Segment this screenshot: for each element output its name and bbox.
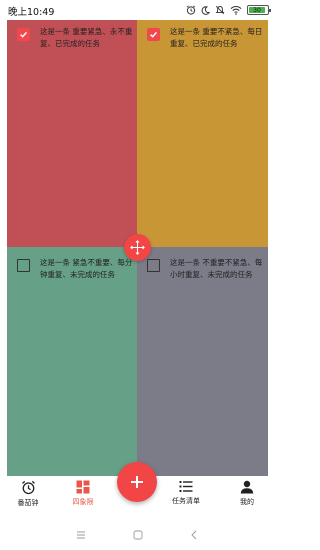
plus-icon [131, 476, 143, 488]
status-bar: 晚上10:49 30 [0, 0, 275, 20]
status-icons: 30 [186, 4, 271, 16]
task-item[interactable]: 这是一条 重要紧急、永不重复、已完成的任务 [17, 26, 135, 50]
nav-item-task-list[interactable]: 任务清单 [161, 480, 211, 506]
task-checkbox-checked[interactable] [17, 28, 30, 41]
task-title: 这是一条 重要不紧急、每日重复、已完成的任务 [170, 27, 263, 48]
person-icon [240, 480, 254, 494]
task-item[interactable]: 这是一条 不重要不紧急、每小时重复、未完成的任务 [147, 257, 266, 281]
quadrant-not-important-not-urgent: 这是一条 不重要不紧急、每小时重复、未完成的任务 [137, 247, 268, 476]
nav-item-quadrant[interactable]: 四象限 [58, 480, 108, 507]
nav-label-task-list: 任务清单 [172, 497, 200, 505]
task-title: 这是一条 不重要不紧急、每小时重复、未完成的任务 [170, 258, 263, 279]
nav-label-quadrant: 四象限 [72, 498, 94, 506]
battery-icon: 30 [247, 5, 271, 15]
quadrant-move-handle[interactable] [124, 234, 151, 261]
mute-icon [215, 5, 225, 15]
task-checkbox-checked[interactable] [147, 28, 160, 41]
task-title: 这是一条 重要紧急、永不重复、已完成的任务 [40, 27, 133, 48]
system-back-button[interactable] [186, 528, 202, 542]
quadrant-important-not-urgent: 这是一条 重要不紧急、每日重复、已完成的任务 [137, 20, 268, 247]
system-menu-button[interactable] [73, 528, 89, 542]
nav-item-pomodoro[interactable]: 番茄钟 [3, 480, 53, 508]
nav-item-profile[interactable]: 我的 [222, 480, 272, 507]
status-time: 晚上10:49 [8, 7, 55, 18]
task-checkbox-unchecked[interactable] [17, 259, 30, 272]
menu-icon [77, 531, 85, 539]
task-item[interactable]: 这是一条 重要不紧急、每日重复、已完成的任务 [147, 26, 266, 50]
moon-icon [201, 5, 210, 15]
list-icon [179, 481, 193, 492]
quadrant-important-urgent: 这是一条 重要紧急、永不重复、已完成的任务 [7, 20, 137, 247]
nav-label-pomodoro: 番茄钟 [17, 499, 39, 507]
task-item[interactable]: 这是一条 紧急不重要、每分钟重复、未完成的任务 [17, 257, 135, 281]
alarm-clock-icon [21, 480, 35, 495]
check-icon [150, 31, 158, 38]
move-arrows-icon [130, 240, 145, 255]
alarm-icon [186, 5, 196, 15]
quadrant-urgent-not-important: 这是一条 紧急不重要、每分钟重复、未完成的任务 [7, 247, 137, 476]
task-checkbox-unchecked[interactable] [147, 259, 160, 272]
home-icon [133, 530, 143, 540]
task-title: 这是一条 紧急不重要、每分钟重复、未完成的任务 [40, 258, 133, 279]
check-icon [20, 31, 28, 38]
battery-level: 30 [253, 6, 261, 14]
add-task-button[interactable] [117, 462, 157, 502]
system-home-button[interactable] [130, 528, 146, 542]
system-nav-bar [0, 520, 275, 550]
wifi-icon [230, 5, 242, 15]
quadrant-grid-icon [76, 480, 90, 494]
nav-label-profile: 我的 [240, 498, 254, 506]
back-icon [191, 530, 197, 540]
